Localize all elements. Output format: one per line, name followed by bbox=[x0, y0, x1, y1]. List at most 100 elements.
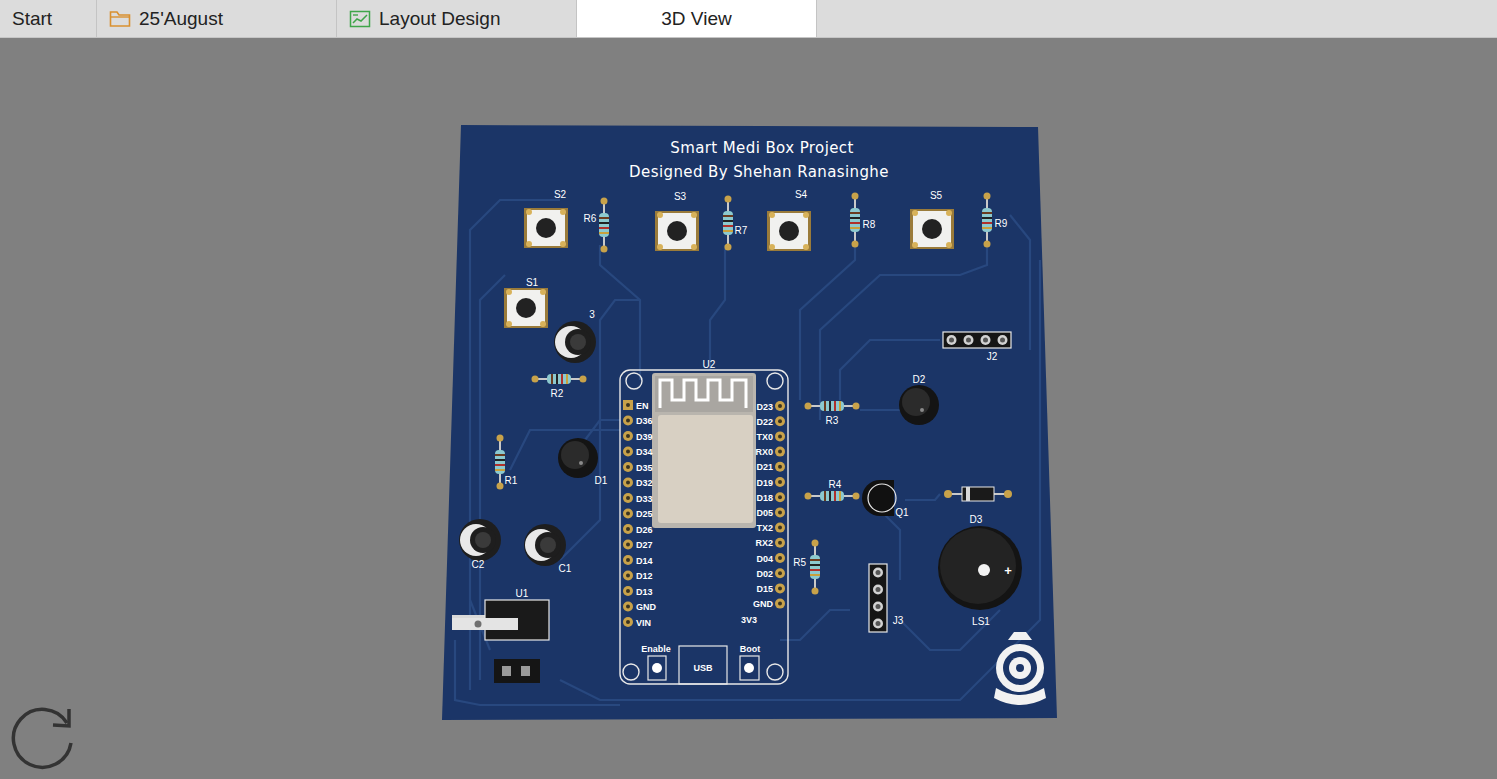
tab[interactable]: Layout Design bbox=[337, 0, 577, 37]
resistor bbox=[599, 198, 609, 253]
folder-icon bbox=[109, 10, 131, 28]
tab[interactable]: 25'August bbox=[97, 0, 337, 37]
trace bbox=[560, 300, 640, 560]
trace bbox=[455, 640, 620, 705]
rf-shield bbox=[658, 415, 753, 523]
designator-label: R9 bbox=[995, 218, 1008, 229]
pin-pad bbox=[623, 447, 633, 457]
pin-pad bbox=[623, 555, 633, 565]
button bbox=[910, 209, 954, 249]
tab-bar: Start 25'August Layout Design 3D View bbox=[0, 0, 1497, 38]
polarity-mark: + bbox=[1004, 563, 1012, 578]
trace bbox=[1010, 215, 1030, 350]
trace bbox=[860, 409, 900, 411]
pin-pad bbox=[623, 586, 633, 596]
led bbox=[899, 385, 939, 425]
pin-pad bbox=[775, 568, 785, 578]
pin-label: TX2 bbox=[756, 523, 773, 533]
resistor bbox=[805, 491, 860, 501]
pcb-board bbox=[442, 125, 1057, 720]
viewport-3d[interactable]: Smart Medi Box ProjectDesigned By Shehan… bbox=[0, 38, 1497, 779]
pin-pad bbox=[623, 493, 633, 503]
pin-pad bbox=[623, 602, 633, 612]
header bbox=[943, 332, 1011, 348]
antenna-icon bbox=[660, 380, 746, 408]
designator-label: R8 bbox=[863, 219, 876, 230]
trace bbox=[905, 494, 940, 500]
trace bbox=[510, 430, 620, 470]
pin-pad bbox=[623, 462, 633, 472]
enable-label: Enable bbox=[641, 644, 671, 654]
pin-pad bbox=[775, 447, 785, 457]
resistor bbox=[723, 196, 733, 251]
pin-label: GND bbox=[753, 599, 774, 609]
tab[interactable]: 3D View bbox=[577, 0, 817, 37]
pcb-canvas[interactable]: Smart Medi Box ProjectDesigned By Shehan… bbox=[0, 38, 1497, 779]
button bbox=[524, 208, 568, 248]
pin-pad bbox=[623, 509, 633, 519]
pin-pad bbox=[775, 583, 785, 593]
usb-port bbox=[679, 646, 727, 684]
pin-label: D05 bbox=[756, 508, 773, 518]
resistor bbox=[810, 540, 820, 595]
designator-label: C1 bbox=[559, 563, 572, 574]
usb-label: USB bbox=[693, 663, 713, 673]
pin-pad bbox=[623, 617, 633, 627]
pin-label: D13 bbox=[636, 587, 653, 597]
module-label: U2 bbox=[703, 359, 716, 370]
pin-pad bbox=[775, 477, 785, 487]
capacitor bbox=[459, 519, 501, 561]
pin-label: VIN bbox=[636, 618, 651, 628]
designator-label: U1 bbox=[516, 588, 529, 599]
boot-label: Boot bbox=[740, 644, 761, 654]
pin-pad bbox=[775, 416, 785, 426]
pin-pad bbox=[623, 524, 633, 534]
pin-label: D23 bbox=[756, 402, 773, 412]
reset-view-icon[interactable] bbox=[9, 701, 79, 771]
designator-label: S4 bbox=[795, 189, 808, 200]
pin-label: D36 bbox=[636, 416, 653, 426]
designator-label: C2 bbox=[472, 559, 485, 570]
designator-label: D1 bbox=[595, 475, 608, 486]
pin-label: D02 bbox=[756, 569, 773, 579]
pin-label: D18 bbox=[756, 493, 773, 503]
designator-label: R6 bbox=[584, 213, 597, 224]
designator-label: R7 bbox=[735, 225, 748, 236]
trace bbox=[710, 245, 725, 370]
pin-label: D22 bbox=[756, 417, 773, 427]
led bbox=[558, 438, 598, 478]
pin-pad bbox=[623, 571, 633, 581]
pin-pad bbox=[775, 401, 785, 411]
resistor bbox=[805, 401, 860, 411]
tab-label: 25'August bbox=[139, 8, 223, 30]
diode bbox=[944, 487, 1012, 501]
pin-label: D27 bbox=[636, 540, 653, 550]
pin-pad bbox=[623, 416, 633, 426]
layout-icon bbox=[349, 10, 371, 28]
tab[interactable]: Start bbox=[0, 0, 97, 37]
button bbox=[767, 211, 811, 251]
trace bbox=[900, 610, 1000, 650]
pin-pad bbox=[775, 523, 785, 533]
pin-label: D04 bbox=[756, 554, 773, 564]
designator-label: R1 bbox=[505, 475, 518, 486]
pin-pad bbox=[623, 540, 633, 550]
pin-label: D26 bbox=[636, 525, 653, 535]
trace bbox=[780, 610, 850, 640]
pin-pad bbox=[775, 462, 785, 472]
board-subtitle: Designed By Shehan Ranasinghe bbox=[629, 163, 889, 181]
pin-label: D14 bbox=[636, 556, 653, 566]
pin-pad bbox=[775, 431, 785, 441]
resistor bbox=[532, 374, 587, 384]
designator-label: Q1 bbox=[895, 507, 909, 518]
capacitor bbox=[554, 321, 596, 363]
tab-label: 3D View bbox=[661, 8, 731, 30]
button bbox=[504, 288, 548, 328]
pin-pad bbox=[775, 553, 785, 563]
transistor bbox=[862, 480, 896, 516]
designator-label: J3 bbox=[893, 615, 904, 626]
pin-label: D19 bbox=[756, 478, 773, 488]
pin-pad bbox=[775, 599, 785, 609]
pin-label: D35 bbox=[636, 463, 653, 473]
trace bbox=[560, 260, 1040, 700]
